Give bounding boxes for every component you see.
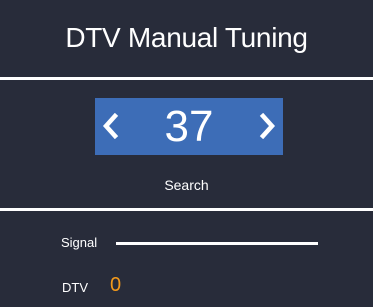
signal-meter [116, 242, 318, 245]
page-title: DTV Manual Tuning [65, 22, 308, 53]
dtv-label: DTV [62, 280, 88, 295]
channel-panel: 37 Search [0, 80, 373, 208]
tv-menu-window: DTV Manual Tuning 37 Search Signal DTV 0 [0, 0, 373, 307]
signal-label: Signal [61, 235, 98, 250]
search-button[interactable]: Search [0, 177, 373, 193]
dtv-value: 0 [110, 274, 122, 296]
chevron-left-icon[interactable] [100, 113, 122, 139]
title-panel: DTV Manual Tuning [0, 0, 373, 77]
signal-status-panel: Signal DTV 0 [0, 211, 373, 307]
channel-selector[interactable]: 37 [95, 98, 283, 155]
signal-level-bar [116, 242, 318, 245]
channel-number: 37 [164, 102, 214, 151]
chevron-right-icon[interactable] [256, 113, 278, 139]
